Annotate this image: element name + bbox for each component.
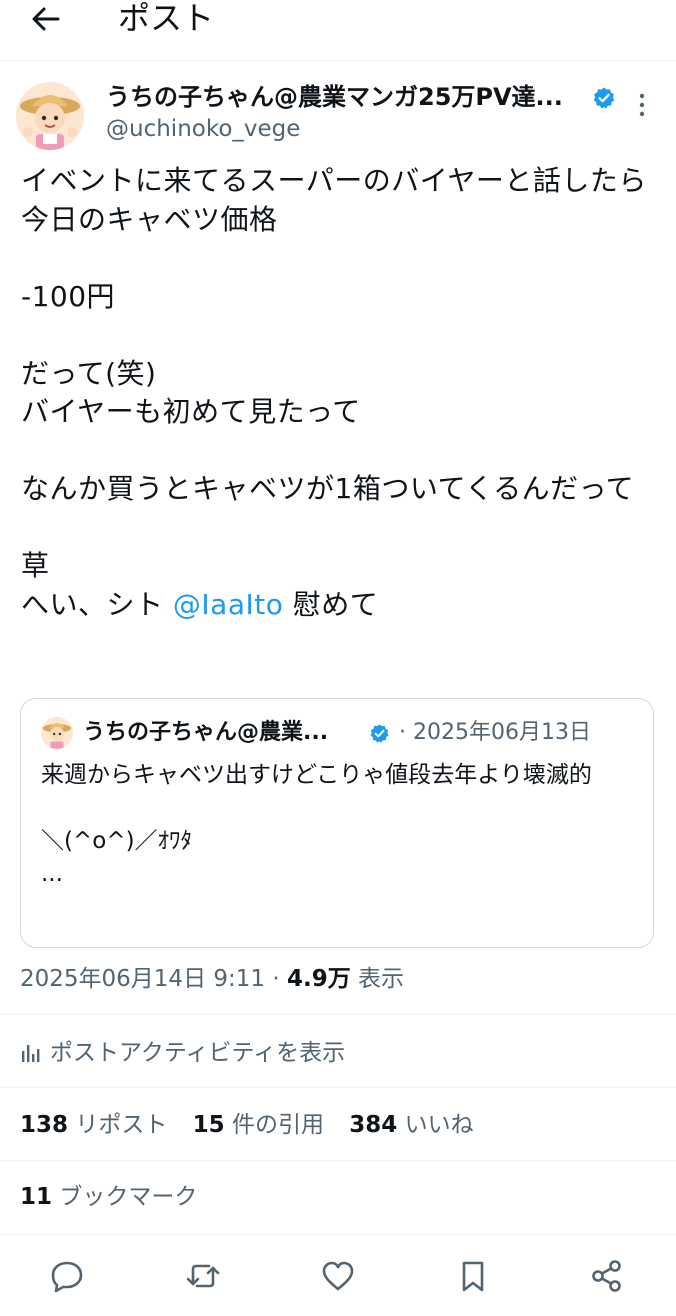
engagement-stats: 138 リポスト 15 件の引用 384 いいね [20,1108,492,1142]
post-activity-link[interactable]: ポストアクティビティを表示 [20,1036,345,1070]
activity-label: ポストアクティビティを表示 [50,1040,346,1066]
bookmarks-count: 11 [20,1184,53,1210]
like-button[interactable] [318,1256,358,1296]
analytics-icon [22,1045,40,1062]
reply-icon [51,1261,83,1293]
mention-link[interactable]: @IaaIto [173,588,283,621]
quote-verified-badge [369,723,390,744]
quote-date: 2025年06月13日 [413,720,591,745]
verified-badge-icon [370,724,389,743]
verified-badge-icon [593,87,615,109]
likes-label: いいね [404,1112,474,1138]
avatar[interactable] [16,82,84,150]
back-arrow-icon [32,7,60,31]
views-label: 表示 [358,966,405,992]
bookmarks-label: ブックマーク [59,1184,198,1210]
meta-divider [0,1014,676,1015]
quoted-post[interactable]: うちの子ちゃん@農業... · 2025年06月13日 来週からキャベツ出すけど… [20,698,654,948]
activity-divider [0,1087,676,1088]
like-icon [322,1261,354,1291]
reposts-stat[interactable]: 138 リポスト [20,1112,167,1138]
stats-divider [0,1160,676,1161]
avatar-image [16,82,84,150]
quotes-stat[interactable]: 15 件の引用 [193,1112,324,1138]
likes-count: 384 [349,1112,398,1138]
quote-author-name: うちの子ちゃん@農業... [83,720,329,745]
bookmark-icon [462,1261,484,1292]
header-divider [0,60,676,61]
share-button[interactable] [587,1256,627,1296]
post-timestamp[interactable]: 2025年06月14日 9:11 [20,966,265,992]
views-count: 4.9万 [286,966,351,992]
reposts-count: 138 [20,1112,69,1138]
share-icon [592,1260,621,1292]
meta-separator: · [272,966,280,992]
reply-button[interactable] [47,1256,87,1296]
page-title: ポスト [118,0,215,37]
post-meta: 2025年06月14日 9:11 · 4.9万 表示 [20,962,404,996]
quotes-label: 件の引用 [231,1112,324,1138]
quote-avatar-image [41,717,73,749]
retweet-icon [186,1264,220,1288]
bookmark-button[interactable] [453,1256,493,1296]
retweet-button[interactable] [183,1256,223,1296]
quote-text: 来週からキャベツ出すけどこりゃ値段去年より壊滅的 ＼(^o^)／ｵﾜﾀ ... [41,762,592,887]
post-text-tail: 慰めて [283,587,379,621]
bookmarks-stat[interactable]: 11 ブックマーク [20,1180,197,1214]
more-vertical-icon [639,93,645,117]
likes-stat[interactable]: 384 いいね [349,1112,473,1138]
post-text: イベントに来てるスーパーのバイヤーと話したら今日のキャベツ価格 -100円 だっ… [21,162,661,624]
author-handle[interactable]: @uchinoko_vege [106,114,300,144]
top-bar: ポスト [0,0,676,60]
verified-badge [592,86,616,110]
post-text-body: イベントに来てるスーパーのバイヤーと話したら今日のキャベツ価格 -100円 だっ… [21,164,647,621]
more-options-button[interactable] [630,90,654,120]
quote-avatar [41,717,73,749]
author-display-name[interactable]: うちの子ちゃん@農業マンガ25万PV達... [106,80,563,114]
quotes-count: 15 [192,1112,225,1138]
quote-separator: · [399,720,406,745]
bookmarks-divider [0,1234,676,1235]
reposts-label: リポスト [75,1112,168,1138]
back-button[interactable] [28,2,68,38]
